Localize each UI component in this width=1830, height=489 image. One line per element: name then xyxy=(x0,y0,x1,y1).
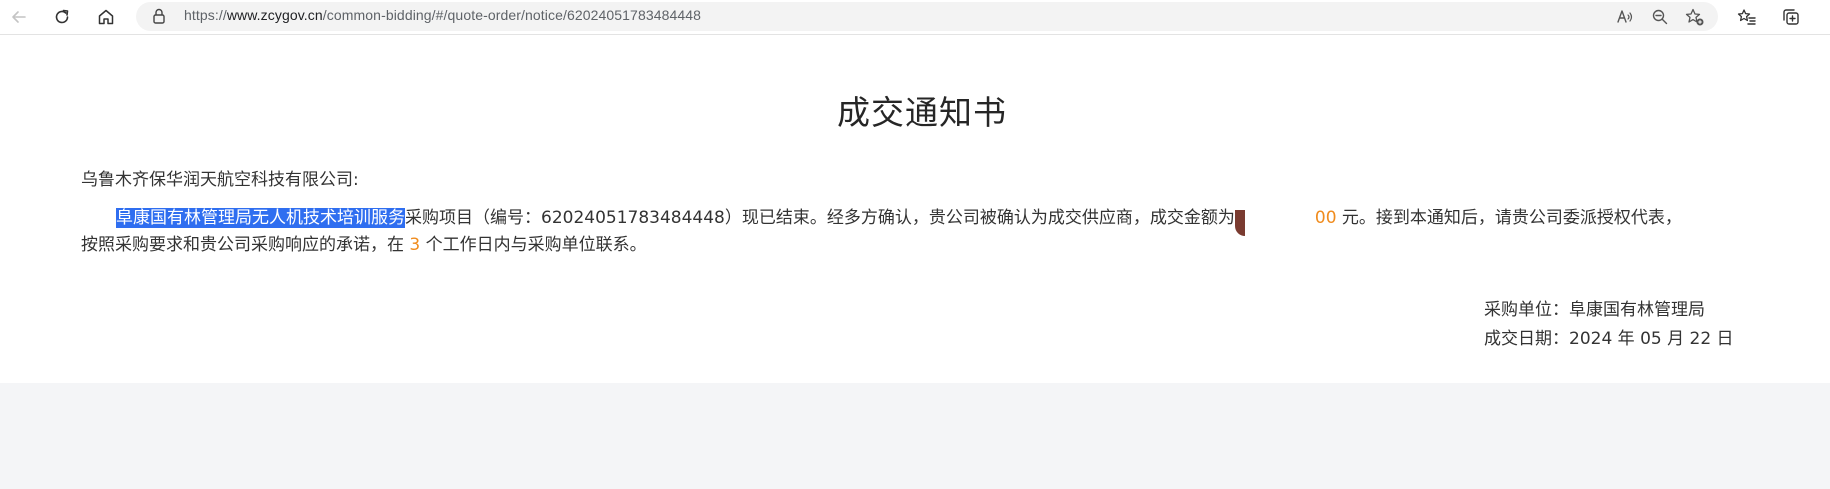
favorite-add-icon xyxy=(1685,8,1704,26)
back-icon xyxy=(12,11,26,23)
lock-icon[interactable] xyxy=(150,7,168,25)
collections-icon xyxy=(1783,9,1799,25)
line-1-ending: 元。接到本通知后，请贵公司委派授权代表， xyxy=(1336,208,1682,228)
purchaser-line: 采购单位：阜康国有林管理局 xyxy=(1484,295,1705,320)
redacted-amount xyxy=(1234,208,1315,236)
back-button[interactable] xyxy=(5,3,33,31)
home-button[interactable] xyxy=(92,3,120,31)
browser-toolbar: https://www.zcygov.cn/common-bidding/#/q… xyxy=(0,0,1830,35)
amount-tail: 00 xyxy=(1314,208,1337,228)
url-text[interactable]: https://www.zcygov.cn/common-bidding/#/q… xyxy=(184,7,701,23)
read-aloud-icon xyxy=(1617,10,1633,23)
recipient-name: 乌鲁木齐保华润天航空科技有限公司: xyxy=(81,170,359,190)
zoom-out-icon xyxy=(1652,9,1668,25)
zoom-out-button[interactable] xyxy=(1648,5,1672,29)
notice-body-line-1: 阜康国有林管理局无人机技术培训服务采购项目（编号：620240517834844… xyxy=(116,205,1682,236)
deal-date: 2024 年 05 月 22 日 xyxy=(1569,329,1734,349)
refresh-icon xyxy=(55,9,69,24)
purchaser-label: 采购单位： xyxy=(1484,300,1569,320)
deal-date-label: 成交日期： xyxy=(1484,329,1569,349)
redaction-mark xyxy=(1234,210,1245,236)
collections-button[interactable] xyxy=(1779,5,1803,29)
url-scheme: https:// xyxy=(184,7,227,23)
url-host: www.zcygov.cn xyxy=(226,7,323,23)
favorites-icon xyxy=(1737,9,1756,25)
project-name-selected[interactable]: 阜康国有林管理局无人机技术培训服务 xyxy=(116,208,405,228)
purchaser-name: 阜康国有林管理局 xyxy=(1569,300,1705,320)
project-description: 采购项目（编号：62024051783484448）现已结束。经多方确认，贵公司… xyxy=(405,208,1235,228)
favorites-button[interactable] xyxy=(1735,5,1759,29)
read-aloud-button[interactable] xyxy=(1613,5,1637,29)
line-2-start: 按照采购要求和贵公司采购响应的承诺，在 xyxy=(81,235,410,255)
line-2-end: 个工作日内与采购单位联系。 xyxy=(420,235,647,255)
favorite-add-button[interactable] xyxy=(1683,5,1707,29)
deal-date-line: 成交日期：2024 年 05 月 22 日 xyxy=(1484,324,1734,349)
page-title: 成交通知书 xyxy=(837,93,1007,132)
home-icon xyxy=(98,9,114,25)
url-path: /common-bidding/#/quote-order/notice/620… xyxy=(322,7,702,23)
working-days-count: 3 xyxy=(409,235,421,255)
notice-body-line-2: 按照采购要求和贵公司采购响应的承诺，在 3 个工作日内与采购单位联系。 xyxy=(81,232,647,258)
refresh-button[interactable] xyxy=(48,3,76,31)
